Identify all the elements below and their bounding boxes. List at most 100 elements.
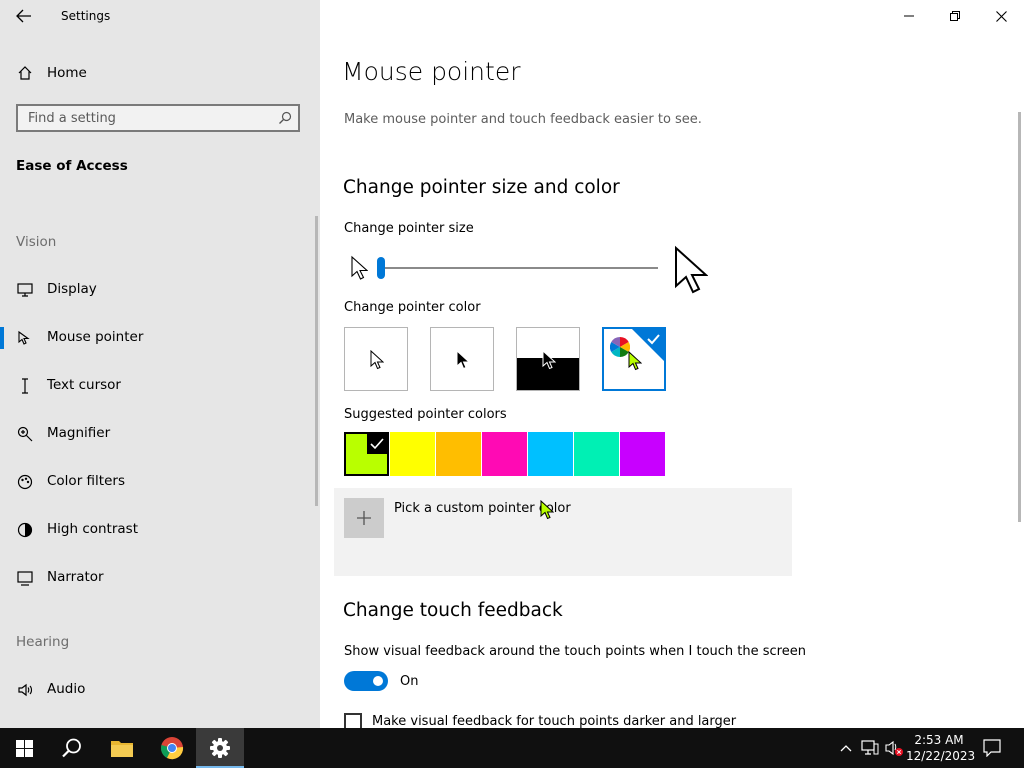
- sidebar-item-label: Audio: [47, 681, 86, 697]
- darker-larger-label: Make visual feedback for touch points da…: [372, 714, 737, 728]
- sidebar: Settings Home Ease of Access Vision Disp…: [0, 0, 320, 728]
- color-filters-icon: [16, 473, 34, 491]
- magnifier-icon: [16, 425, 34, 443]
- inverted-pointer-icon: [542, 350, 556, 370]
- taskbar-file-explorer[interactable]: [98, 728, 146, 768]
- sidebar-item-label: Magnifier: [47, 425, 111, 441]
- sidebar-item-color-filters[interactable]: Color filters: [0, 462, 320, 502]
- notification-icon: [983, 739, 1001, 757]
- search-icon[interactable]: [278, 110, 292, 129]
- close-icon: [995, 10, 1007, 22]
- search-input[interactable]: [18, 106, 278, 130]
- swatch-lime[interactable]: [344, 432, 389, 476]
- pointer-color-label: Change pointer color: [344, 300, 481, 315]
- sidebar-item-label: Narrator: [47, 569, 104, 585]
- back-button[interactable]: [10, 4, 38, 28]
- pointer-color-black[interactable]: [430, 327, 494, 391]
- folder-icon: [111, 741, 133, 757]
- color-wheel-icon: [610, 337, 630, 357]
- restore-icon: [950, 11, 960, 21]
- sidebar-item-high-contrast[interactable]: High contrast: [0, 510, 320, 550]
- pointer-size-slider-thumb[interactable]: [377, 257, 385, 279]
- pointer-color-custom[interactable]: [602, 327, 666, 391]
- close-button[interactable]: [978, 0, 1024, 32]
- main-scrollbar[interactable]: [1018, 112, 1021, 522]
- search-box: [16, 104, 300, 132]
- taskbar-search-icon: [62, 738, 81, 758]
- app-title: Settings: [61, 9, 111, 23]
- pointer-size-slider-track[interactable]: [378, 267, 658, 269]
- page-subtitle: Make mouse pointer and touch feedback ea…: [344, 112, 702, 127]
- swatch-purple[interactable]: [620, 432, 665, 476]
- toggle-state-label: On: [400, 674, 419, 689]
- restore-button[interactable]: [932, 0, 978, 32]
- darker-larger-checkbox[interactable]: [344, 713, 362, 728]
- main-content: Mouse pointer Make mouse pointer and tou…: [320, 0, 1024, 728]
- high-contrast-icon: [16, 521, 34, 539]
- sidebar-item-mouse-pointer[interactable]: Mouse pointer: [0, 318, 320, 358]
- audio-icon: [16, 681, 34, 699]
- active-indicator: [0, 327, 4, 349]
- group-label-hearing: Hearing: [16, 634, 70, 650]
- nav-home-label: Home: [47, 65, 87, 81]
- sidebar-item-display[interactable]: Display: [0, 270, 320, 310]
- sidebar-item-label: Mouse pointer: [47, 329, 144, 345]
- swatch-yellow[interactable]: [390, 432, 435, 476]
- taskbar: 2:53 AM 12/22/2023: [0, 728, 1024, 768]
- start-button[interactable]: [0, 728, 48, 768]
- heading-touch-feedback: Change touch feedback: [343, 600, 563, 621]
- minimize-button[interactable]: [886, 0, 932, 32]
- pointer-color-white[interactable]: [344, 327, 408, 391]
- white-pointer-icon: [370, 350, 384, 370]
- sidebar-item-label: Display: [47, 281, 97, 297]
- volume-muted-icon: [885, 740, 903, 756]
- sidebar-item-narrator[interactable]: Narrator: [0, 558, 320, 598]
- windows-logo-icon: [15, 739, 33, 757]
- action-center-button[interactable]: [982, 738, 1002, 758]
- sidebar-item-audio[interactable]: Audio: [0, 670, 320, 710]
- mouse-pointer-icon: [16, 329, 34, 347]
- sidebar-item-magnifier[interactable]: Magnifier: [0, 414, 320, 454]
- clock-date: 12/22/2023: [906, 749, 976, 763]
- pointer-size-label: Change pointer size: [344, 221, 474, 236]
- taskbar-search-button[interactable]: [48, 728, 96, 768]
- sidebar-scrollbar[interactable]: [315, 216, 318, 506]
- swatch-pink[interactable]: [482, 432, 527, 476]
- monitor-icon: [16, 281, 34, 299]
- swatch-check-icon: [367, 434, 387, 454]
- custom-color-button[interactable]: Pick a custom pointer color: [334, 488, 792, 576]
- swatch-light-blue[interactable]: [528, 432, 573, 476]
- back-arrow-icon: [16, 9, 31, 23]
- small-pointer-icon: [351, 255, 368, 280]
- volume-button[interactable]: [884, 738, 904, 758]
- text-cursor-icon: [16, 377, 34, 395]
- home-icon: [16, 64, 34, 82]
- settings-gear-icon: [210, 738, 230, 758]
- plus-icon: [344, 498, 384, 538]
- minimize-icon: [904, 15, 914, 17]
- suggested-colors-label: Suggested pointer colors: [344, 407, 507, 422]
- clock-time: 2:53 AM: [914, 733, 964, 747]
- black-pointer-icon: [456, 350, 470, 370]
- taskbar-settings[interactable]: [196, 728, 244, 768]
- taskbar-clock[interactable]: 2:53 AM 12/22/2023: [906, 732, 976, 764]
- swatch-orange[interactable]: [436, 432, 481, 476]
- pointer-color-inverted[interactable]: [516, 327, 580, 391]
- page-title: Mouse pointer: [342, 57, 521, 86]
- group-label-vision: Vision: [16, 234, 57, 250]
- mouse-cursor-icon: [540, 500, 554, 520]
- sidebar-item-label: Color filters: [47, 473, 125, 489]
- show-hidden-icons-button[interactable]: [836, 738, 856, 758]
- chevron-up-icon: [840, 745, 852, 752]
- large-pointer-icon: [675, 245, 708, 294]
- taskbar-chrome[interactable]: [148, 728, 196, 768]
- nav-home[interactable]: Home: [0, 56, 320, 90]
- network-button[interactable]: [860, 738, 880, 758]
- toggle-knob: [373, 676, 383, 686]
- swatch-mint[interactable]: [574, 432, 619, 476]
- sidebar-item-label: Text cursor: [47, 377, 121, 393]
- sidebar-item-text-cursor[interactable]: Text cursor: [0, 366, 320, 406]
- custom-pointer-icon: [628, 351, 642, 371]
- sidebar-item-label: High contrast: [47, 521, 138, 537]
- touch-feedback-toggle[interactable]: [344, 671, 388, 691]
